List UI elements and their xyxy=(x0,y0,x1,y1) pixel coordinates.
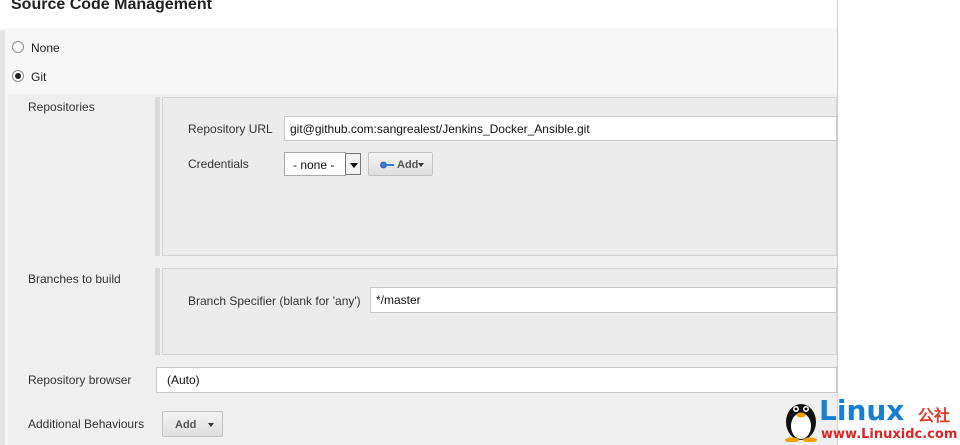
scm-none-radio[interactable] xyxy=(12,41,24,53)
left-indent-bar xyxy=(0,30,5,445)
scm-none-label[interactable]: None xyxy=(31,41,60,55)
credentials-label: Credentials xyxy=(188,157,249,171)
branch-specifier-input[interactable]: */master xyxy=(370,287,837,313)
right-pane xyxy=(837,0,960,445)
watermark-brand-cn: 公社 xyxy=(918,406,951,425)
watermark-url: www.Linuxidc.com xyxy=(821,427,958,442)
repository-url-input[interactable]: git@github.com:sangrealest/Jenkins_Docke… xyxy=(284,116,837,141)
key-icon xyxy=(380,161,394,169)
credentials-add-label: Add xyxy=(397,159,419,171)
repositories-label: Repositories xyxy=(28,100,95,114)
branches-label: Branches to build xyxy=(28,272,121,286)
credentials-add-button[interactable]: Add xyxy=(368,152,433,176)
chevron-down-icon xyxy=(418,163,424,167)
additional-behaviours-label: Additional Behaviours xyxy=(28,417,145,431)
branches-bar xyxy=(155,268,160,355)
repositories-bar xyxy=(155,97,160,256)
repository-browser-select[interactable]: (Auto) xyxy=(156,367,837,393)
section-title: Source Code Management xyxy=(11,0,212,13)
penguin-logo-icon xyxy=(785,404,817,442)
scm-git-radio[interactable] xyxy=(12,70,24,82)
branch-specifier-label: Branch Specifier (blank for 'any') xyxy=(188,294,361,308)
repository-url-label: Repository URL xyxy=(188,122,273,136)
credentials-select[interactable]: - none - xyxy=(284,152,346,176)
additional-behaviours-add-label: Add xyxy=(175,419,197,431)
additional-behaviours-add-button[interactable]: Add xyxy=(162,411,223,437)
chevron-down-icon xyxy=(208,423,214,427)
repository-browser-label: Repository browser xyxy=(28,373,132,387)
scm-git-label[interactable]: Git xyxy=(31,70,46,84)
watermark-brand: Linux xyxy=(819,394,905,427)
credentials-dropdown-arrow[interactable] xyxy=(345,153,361,175)
